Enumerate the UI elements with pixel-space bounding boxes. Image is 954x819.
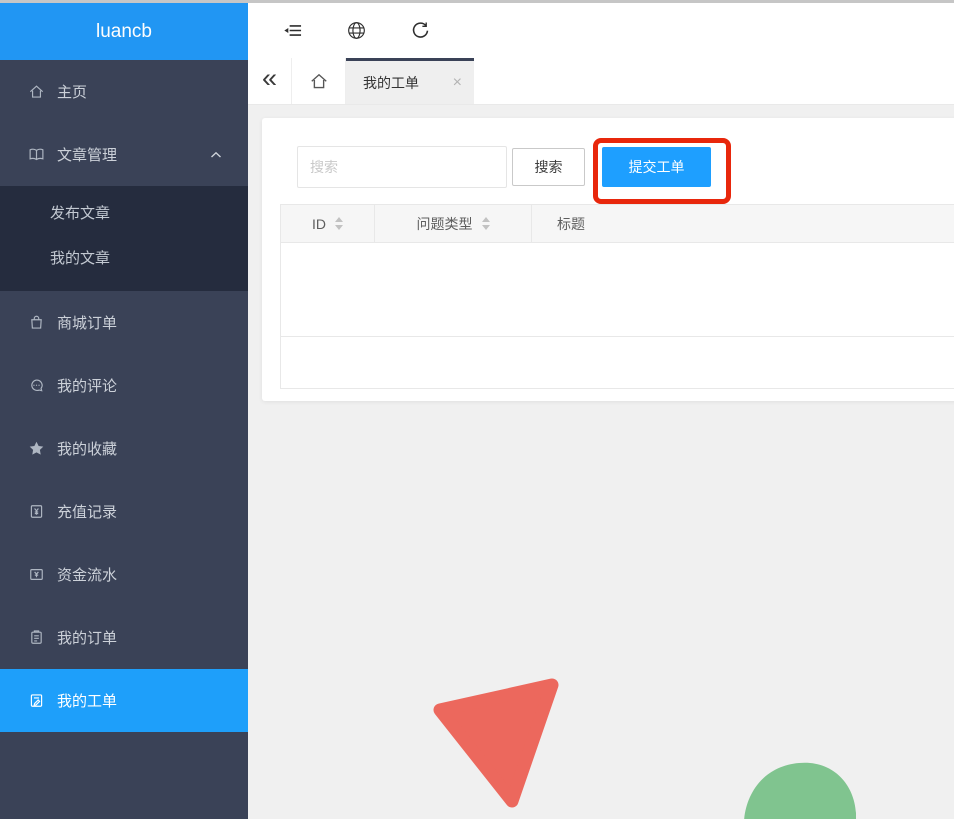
ticket-icon: [28, 692, 45, 709]
sidebar-item-home[interactable]: 主页: [0, 60, 248, 123]
sort-asc-icon[interactable]: [482, 217, 490, 222]
tab-bar: « 我的工单 ×: [248, 58, 954, 105]
tickets-card: 搜索 提交工单 ID 问题类型 标题: [262, 118, 954, 401]
blob-shape: [744, 763, 856, 819]
double-chevron-left-icon: «: [262, 63, 277, 94]
content-area: 搜索 提交工单 ID 问题类型 标题: [248, 105, 954, 819]
shopping-bag-icon: [28, 314, 45, 331]
search-input[interactable]: [297, 146, 507, 188]
language-button[interactable]: [324, 3, 388, 58]
tab-my-tickets[interactable]: 我的工单 ×: [346, 58, 474, 104]
window-top-border: [0, 0, 954, 3]
tabs-collapse-button[interactable]: «: [248, 58, 292, 104]
star-icon: [28, 440, 45, 457]
sidebar-item-my-comments[interactable]: 我的评论: [0, 354, 248, 417]
column-header-issue-type: 问题类型: [375, 205, 532, 242]
sidebar-subitem-publish-article[interactable]: 发布文章: [0, 191, 248, 236]
page: luancb 主页文章管理发布文章我的文章商城订单我的评论我的收藏充值记录资金流…: [0, 0, 954, 819]
chevron-up-icon: [210, 151, 222, 159]
sidebar-item-label: 资金流水: [57, 564, 117, 585]
sidebar-item-label: 我的订单: [57, 627, 117, 648]
table-header-row: ID 问题类型 标题: [281, 205, 954, 243]
sort-icon[interactable]: [335, 217, 343, 230]
sidebar-item-mall-orders[interactable]: 商城订单: [0, 291, 248, 354]
column-header-title: 标题: [532, 205, 954, 242]
card-toolbar: 搜索 提交工单: [297, 146, 954, 188]
order-icon: [28, 629, 45, 646]
search-button[interactable]: 搜索: [512, 148, 585, 186]
table-body-empty: [281, 243, 954, 337]
column-label: 标题: [557, 214, 585, 234]
sidebar-item-recharge-records[interactable]: 充值记录: [0, 480, 248, 543]
sidebar-item-label: 充值记录: [57, 501, 117, 522]
sidebar-item-label: 我的工单: [57, 690, 117, 711]
tickets-table: ID 问题类型 标题: [280, 204, 954, 389]
sidebar-item-label: 商城订单: [57, 312, 117, 333]
home-icon: [28, 83, 45, 100]
sidebar-subitem-my-articles[interactable]: 我的文章: [0, 236, 248, 281]
topbar: [248, 3, 954, 58]
sidebar-item-my-favorites[interactable]: 我的收藏: [0, 417, 248, 480]
sidebar-item-label: 我的收藏: [57, 438, 117, 459]
sidebar-item-my-tickets[interactable]: 我的工单: [0, 669, 248, 732]
collapse-menu-icon: [283, 21, 302, 40]
recharge-icon: [28, 503, 45, 520]
tab-close-icon[interactable]: ×: [453, 75, 462, 91]
main-area: « 我的工单 × 搜索 提交工单 ID问: [248, 3, 954, 819]
sidebar-item-fund-flow[interactable]: 资金流水: [0, 543, 248, 606]
submit-ticket-button[interactable]: 提交工单: [602, 147, 711, 187]
sort-icon[interactable]: [482, 217, 490, 230]
collapse-sidebar-button[interactable]: [260, 3, 324, 58]
sidebar-item-label: 我的评论: [57, 375, 117, 396]
refresh-icon: [411, 21, 430, 40]
sort-desc-icon[interactable]: [482, 225, 490, 230]
sidebar-menu: 主页文章管理发布文章我的文章商城订单我的评论我的收藏充值记录资金流水我的订单我的…: [0, 60, 248, 732]
comment-icon: [28, 377, 45, 394]
sidebar: luancb 主页文章管理发布文章我的文章商城订单我的评论我的收藏充值记录资金流…: [0, 0, 248, 819]
column-label: ID: [312, 216, 326, 232]
globe-icon: [347, 21, 366, 40]
column-header-id: ID: [281, 205, 375, 242]
triangle-shape: [440, 685, 552, 801]
tab-home[interactable]: [292, 58, 346, 104]
sidebar-item-article-management[interactable]: 文章管理: [0, 123, 248, 186]
funds-icon: [28, 566, 45, 583]
sidebar-item-my-orders[interactable]: 我的订单: [0, 606, 248, 669]
sort-asc-icon[interactable]: [335, 217, 343, 222]
sort-desc-icon[interactable]: [335, 225, 343, 230]
home-icon: [309, 71, 329, 91]
sidebar-item-label: 主页: [57, 81, 87, 102]
sidebar-submenu: 发布文章我的文章: [0, 186, 248, 291]
app-logo: luancb: [0, 3, 248, 60]
book-icon: [28, 146, 45, 163]
column-label: 问题类型: [417, 214, 473, 234]
table-footer-empty: [281, 337, 954, 388]
sidebar-item-label: 文章管理: [57, 144, 117, 165]
tab-label: 我的工单: [363, 73, 419, 93]
refresh-button[interactable]: [388, 3, 452, 58]
